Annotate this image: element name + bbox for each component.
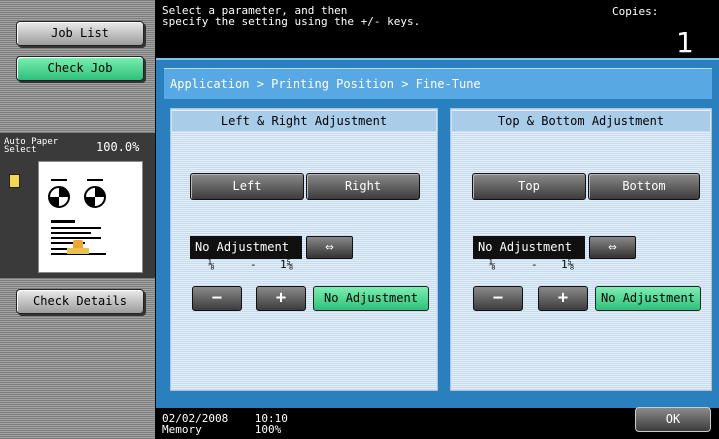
ok-button[interactable]: OK xyxy=(635,407,711,432)
left-right-adjustment-title: Left & Right Adjustment xyxy=(172,111,436,131)
bottom-button[interactable]: Bottom xyxy=(588,173,700,200)
page-preview xyxy=(38,161,143,273)
top-bottom-minus-button[interactable]: − xyxy=(473,286,523,311)
status-footer: 02/02/2008 10:10 Memory 100% xyxy=(162,413,288,435)
left-right-range-separator: - xyxy=(250,258,257,271)
right-button[interactable]: Right xyxy=(306,173,420,200)
top-bottom-range-max: 1⅝ xyxy=(561,258,575,271)
top-bottom-range-min: ⅛ xyxy=(489,258,496,271)
instruction-line-2: specify the setting using the +/- keys. xyxy=(162,15,421,28)
memory-value: 100% xyxy=(254,423,282,436)
copies-count: 1 xyxy=(676,26,694,59)
left-right-minus-button[interactable]: − xyxy=(192,286,242,311)
left-right-plus-button[interactable]: + xyxy=(256,286,306,311)
job-list-button[interactable]: Job List xyxy=(16,21,144,46)
check-details-button[interactable]: Check Details xyxy=(16,289,144,314)
left-right-no-adjustment-button[interactable]: No Adjustment xyxy=(313,286,429,311)
top-bottom-no-adjustment-button[interactable]: No Adjustment xyxy=(595,286,701,311)
copies-label: Copies: xyxy=(612,5,659,18)
page-layout-icon xyxy=(48,179,106,255)
check-job-button[interactable]: Check Job xyxy=(16,56,144,81)
zoom-ratio: 100.0% xyxy=(96,140,140,154)
left-right-value-display: No Adjustment xyxy=(190,236,302,259)
top-bottom-value-display: No Adjustment xyxy=(473,236,585,259)
memory-label: Memory xyxy=(162,423,202,436)
top-bottom-plus-button[interactable]: + xyxy=(538,286,588,311)
top-button[interactable]: Top xyxy=(472,173,586,200)
left-button[interactable]: Left xyxy=(190,173,304,200)
top-bottom-swap-button[interactable]: ⇔ xyxy=(589,236,636,259)
left-right-range-max: 1⅝ xyxy=(280,258,294,271)
top-bottom-range-separator: - xyxy=(531,258,538,271)
top-bottom-adjustment-title: Top & Bottom Adjustment xyxy=(452,111,710,131)
instruction-message: Select a parameter, and then specify the… xyxy=(162,5,562,27)
paper-select-label: Auto Paper Select xyxy=(4,137,59,155)
original-document-icon xyxy=(9,174,20,188)
breadcrumb: Application > Printing Position > Fine-T… xyxy=(164,68,712,99)
left-right-swap-button[interactable]: ⇔ xyxy=(306,236,353,259)
left-right-range-min: ⅛ xyxy=(208,258,215,271)
